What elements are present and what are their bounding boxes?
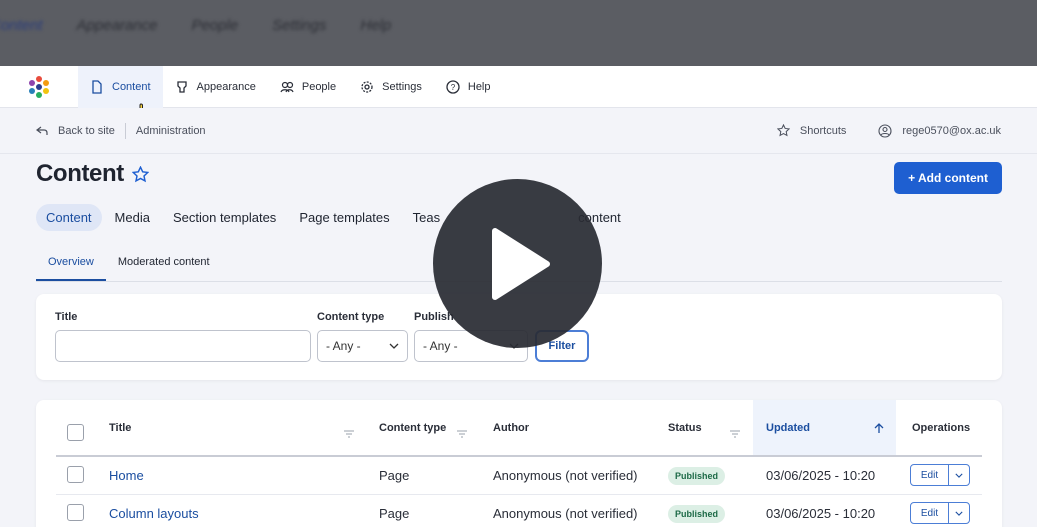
title-filter-input[interactable] bbox=[55, 330, 311, 362]
toolbar-label-content: Content bbox=[112, 80, 151, 93]
row-author: Anonymous (not verified) bbox=[493, 468, 638, 483]
page-title: Content bbox=[36, 160, 124, 187]
column-header-title[interactable]: Title bbox=[109, 400, 131, 456]
video-play-button[interactable] bbox=[433, 179, 602, 348]
tab-section-templates[interactable]: Section templates bbox=[163, 204, 286, 231]
toolbar-item-people[interactable]: People bbox=[268, 66, 348, 108]
play-icon bbox=[491, 227, 550, 300]
svg-text:?: ? bbox=[451, 83, 456, 92]
tab-overview[interactable]: Overview bbox=[36, 244, 106, 281]
ghost-item-settings: Settings bbox=[272, 16, 327, 34]
column-header-author: Author bbox=[493, 422, 530, 434]
column-header-operations: Operations bbox=[912, 422, 971, 434]
row-title-link[interactable]: Home bbox=[109, 468, 144, 483]
sort-icon[interactable] bbox=[730, 430, 740, 438]
content-type-value: - Any - bbox=[326, 339, 361, 353]
operations-dropdown-button[interactable] bbox=[949, 503, 969, 523]
row-updated: 03/06/2025 - 10:20 bbox=[766, 468, 876, 483]
people-icon bbox=[280, 81, 294, 92]
ghost-item-content: Content bbox=[0, 16, 43, 34]
row-divider bbox=[56, 494, 982, 495]
star-outline-icon bbox=[776, 124, 790, 137]
published-value: - Any - bbox=[423, 339, 458, 353]
logo-icon bbox=[29, 75, 49, 98]
edit-button[interactable]: Edit bbox=[911, 465, 949, 485]
help-icon: ? bbox=[446, 79, 460, 94]
favorite-star-icon[interactable] bbox=[131, 165, 149, 183]
chevron-down-icon bbox=[955, 511, 963, 516]
brush-icon bbox=[176, 80, 187, 93]
sort-icon[interactable] bbox=[457, 430, 467, 438]
sort-icon[interactable] bbox=[344, 430, 354, 438]
user-icon bbox=[878, 123, 892, 138]
site-logo[interactable] bbox=[0, 66, 78, 108]
row-checkbox[interactable] bbox=[67, 504, 84, 521]
document-icon bbox=[92, 79, 102, 94]
row-checkbox[interactable] bbox=[67, 466, 84, 483]
operations-dropdown-button[interactable] bbox=[949, 465, 969, 485]
ghost-item-help: Help bbox=[360, 16, 392, 34]
content-type-label: Content type bbox=[317, 311, 385, 323]
title-filter-label: Title bbox=[55, 311, 78, 323]
user-account-link[interactable]: rege0570@ox.ac.uk bbox=[902, 125, 1001, 137]
row-author: Anonymous (not verified) bbox=[493, 506, 638, 521]
toolbar-item-help[interactable]: ? Help bbox=[434, 66, 503, 108]
secondary-bar: Back to site Administration Shortcuts re… bbox=[0, 108, 1037, 154]
published-label: Publish bbox=[414, 311, 454, 323]
header-divider bbox=[56, 455, 982, 457]
row-operations: Edit bbox=[910, 502, 970, 524]
toolbar-label-settings: Settings bbox=[382, 80, 422, 93]
content-type-select[interactable]: - Any - bbox=[317, 330, 408, 362]
ghost-item-people: People bbox=[191, 16, 239, 34]
tab-moderated-content[interactable]: Moderated content bbox=[106, 244, 222, 281]
breadcrumb-administration[interactable]: Administration bbox=[136, 125, 206, 137]
toolbar-item-appearance[interactable]: Appearance bbox=[163, 66, 268, 108]
gear-icon bbox=[361, 80, 373, 93]
admin-toolbar: Content Appearance People Settings ? Hel… bbox=[0, 65, 1037, 108]
chevron-down-icon bbox=[389, 343, 399, 349]
row-content-type: Page bbox=[379, 506, 410, 521]
tab-content[interactable]: Content bbox=[36, 204, 102, 231]
column-header-updated[interactable]: Updated bbox=[753, 400, 896, 456]
toolbar-label-appearance: Appearance bbox=[196, 80, 256, 93]
row-operations: Edit bbox=[910, 464, 970, 486]
toolbar-item-settings[interactable]: Settings bbox=[348, 66, 434, 108]
column-header-status[interactable]: Status bbox=[668, 400, 702, 456]
toolbar-label-help: Help bbox=[467, 80, 491, 93]
shortcuts-link[interactable]: Shortcuts bbox=[800, 125, 846, 137]
blurred-toolbar: Content Appearance People Settings Help bbox=[0, 0, 1037, 66]
row-title-link[interactable]: Column layouts bbox=[109, 506, 199, 521]
divider bbox=[124, 122, 126, 139]
back-arrow-icon bbox=[36, 126, 48, 135]
row-content-type: Page bbox=[379, 468, 410, 483]
ghost-item-appearance: Appearance bbox=[76, 16, 158, 34]
arrow-up-icon bbox=[874, 422, 884, 433]
chevron-down-icon bbox=[955, 473, 963, 478]
back-to-site-link[interactable]: Back to site bbox=[58, 125, 115, 137]
toolbar-item-content[interactable]: Content bbox=[78, 65, 163, 108]
status-badge: Published bbox=[668, 505, 726, 523]
content-table: Title Content type Author Status Updated… bbox=[36, 400, 1002, 527]
tab-media[interactable]: Media bbox=[105, 204, 160, 231]
toolbar-label-people: People bbox=[301, 80, 337, 93]
edit-button[interactable]: Edit bbox=[911, 503, 949, 523]
select-all-checkbox[interactable] bbox=[67, 424, 84, 441]
row-updated: 03/06/2025 - 10:20 bbox=[766, 506, 876, 521]
add-content-button[interactable]: + Add content bbox=[894, 162, 1002, 194]
column-header-content-type[interactable]: Content type bbox=[379, 400, 446, 456]
tab-page-templates[interactable]: Page templates bbox=[289, 204, 399, 231]
status-badge: Published bbox=[668, 467, 726, 485]
